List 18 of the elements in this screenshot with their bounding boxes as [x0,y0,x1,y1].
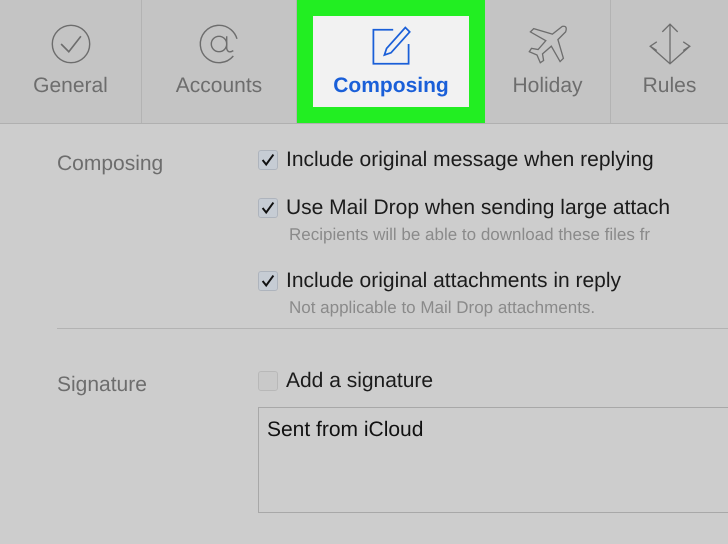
option-note: Recipients will be able to download these files fr [288,225,651,245]
tab[interactable]: General [0,0,142,123]
option-note: Not applicable to Mail Drop attachments. [288,298,596,318]
option-label: Use Mail Drop when sending large attach [286,196,670,220]
section-title: Composing [57,152,164,175]
checkbox[interactable] [258,271,278,291]
tab[interactable]: Holiday [485,0,611,123]
tab[interactable]: Rules [611,0,728,123]
arrows-icon [648,22,692,66]
option-label: Include original attachments in reply [286,269,622,293]
option-label: Include original message when replying [286,148,654,172]
signature-field[interactable]: Sent from iCloud [258,407,728,513]
checkbox[interactable] [258,150,278,170]
section-title: Signature [57,373,147,396]
checkbox[interactable] [258,198,278,218]
checkmark-icon [48,22,92,66]
option-label: Add a signature [286,369,434,393]
tab[interactable]: Composing [297,0,485,123]
